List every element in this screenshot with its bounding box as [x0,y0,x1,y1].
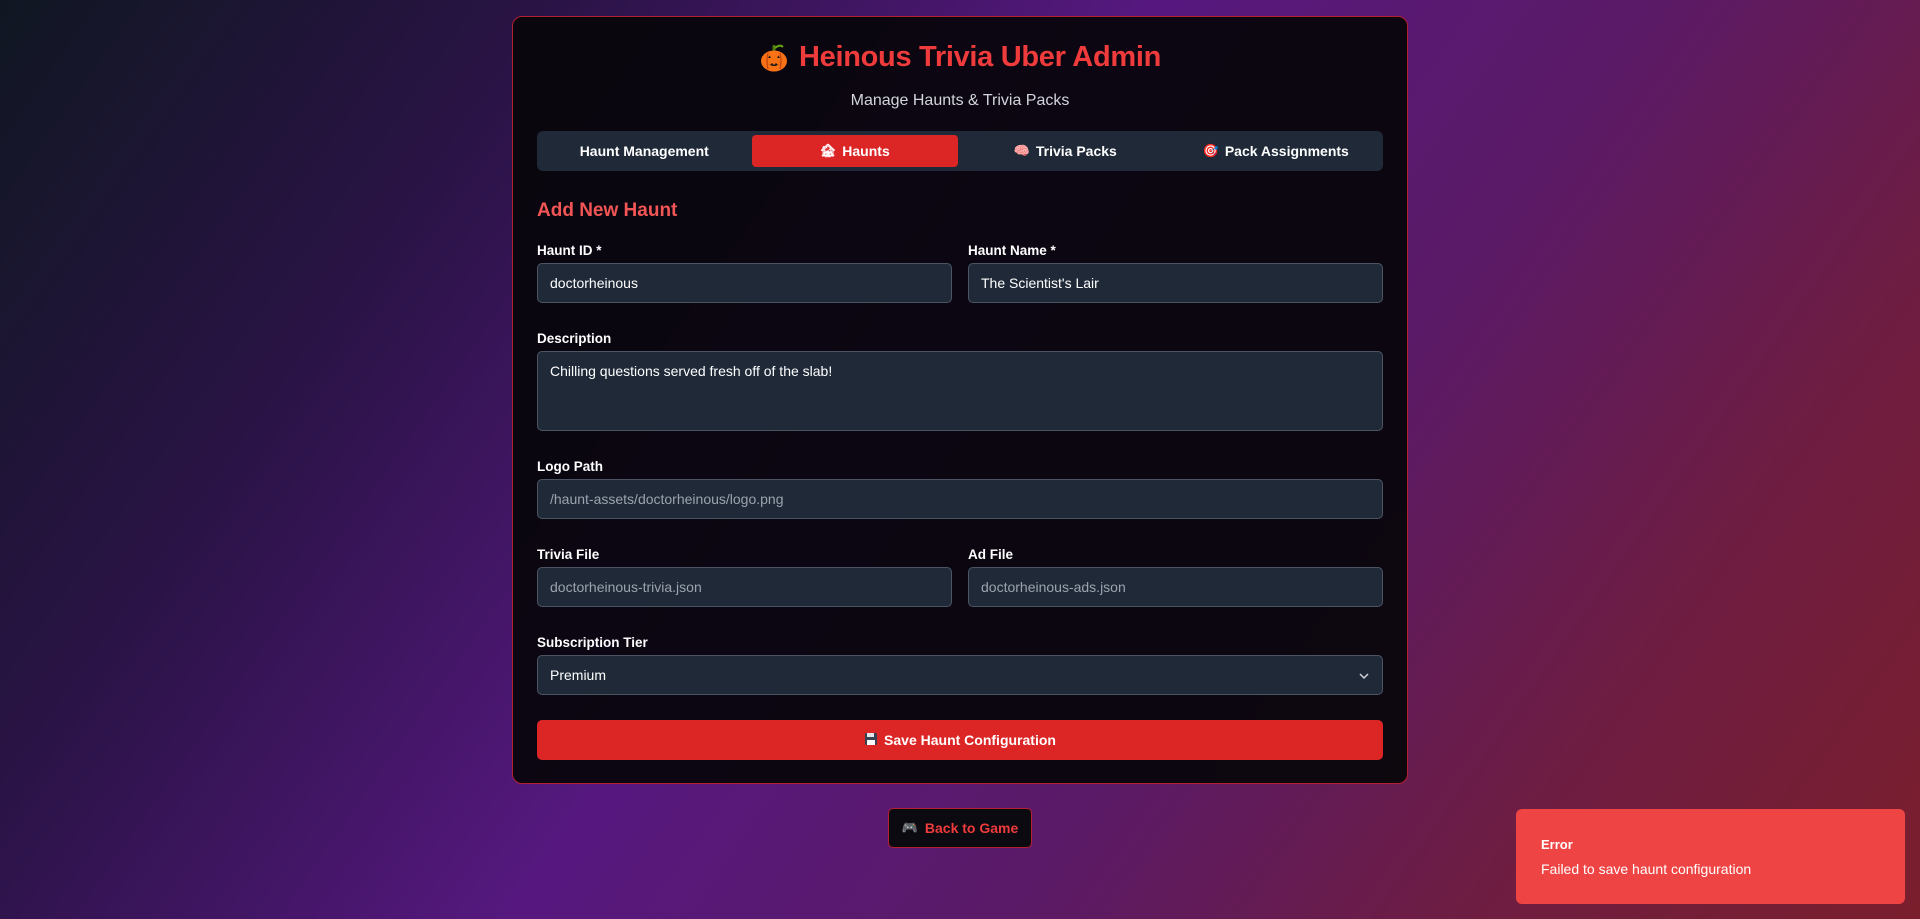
trivia-file-input[interactable]: doctorheinous-trivia.json [537,567,952,607]
haunt-name-field: Haunt Name * The Scientist's Lair [968,243,1383,303]
haunt-id-input[interactable]: doctorheinous [537,263,952,303]
section-title: Add New Haunt [537,200,678,221]
description-textarea[interactable]: Chilling questions served fresh off of t… [537,351,1383,431]
subscription-tier-value: Premium [550,667,607,683]
subscription-tier-field: Subscription Tier Premium [537,635,1383,695]
brain-icon: 🧠 [1013,143,1030,158]
page-title: Heinous Trivia Uber Admin [759,41,1161,74]
subscription-tier-select[interactable]: Premium [537,655,1383,695]
toast-message: Failed to save haunt configuration [1541,861,1752,877]
logo-path-field: Logo Path /haunt-assets/doctorheinous/lo… [537,459,1383,519]
tab-haunt-management[interactable]: Haunt Management [541,135,748,167]
save-button[interactable]: Save Haunt Configuration [537,720,1383,760]
toast-title: Error [1541,837,1573,852]
tab-haunts[interactable]: 🏚 Haunts [751,135,958,167]
tab-pack-assignments[interactable]: 🎯 Pack Assignments [1173,135,1380,167]
error-toast[interactable]: Error Failed to save haunt configuration [1516,809,1905,904]
admin-panel: Heinous Trivia Uber Admin Manage Haunts … [512,16,1408,784]
page-subtitle: Manage Haunts & Trivia Packs [850,91,1070,109]
save-button-label: Save Haunt Configuration [884,732,1056,748]
haunt-name-label: Haunt Name * [968,243,1056,258]
tab-trivia-packs[interactable]: 🧠 Trivia Packs [962,135,1169,167]
trivia-file-label: Trivia File [537,547,600,562]
gamepad-icon: 🎮 [901,820,918,835]
logo-path-input[interactable]: /haunt-assets/doctorheinous/logo.png [537,479,1383,519]
floppy-disk-icon [864,732,878,749]
tab-label: Pack Assignments [1224,143,1349,159]
back-to-game-button[interactable]: 🎮 Back to Game [888,808,1032,848]
house-icon: 🏚 [819,143,837,158]
ad-file-input[interactable]: doctorheinous-ads.json [968,567,1383,607]
chevron-down-icon [1358,669,1370,681]
subscription-tier-label: Subscription Tier [537,635,648,650]
description-field: Description Chilling questions served fr… [537,331,1383,431]
pumpkin-icon [759,43,789,73]
target-icon: 🎯 [1202,143,1219,158]
tab-bar: Haunt Management 🏚 Haunts 🧠 Trivia Packs… [537,131,1383,171]
description-label: Description [537,331,612,346]
back-button-label: Back to Game [924,820,1019,836]
title-text: Heinous Trivia Uber Admin [798,41,1162,73]
haunt-id-label: Haunt ID * [537,243,602,258]
ad-file-label: Ad File [968,547,1014,562]
header: Heinous Trivia Uber Admin Manage Haunts … [513,17,1407,110]
logo-path-label: Logo Path [537,459,603,474]
haunt-name-input[interactable]: The Scientist's Lair [968,263,1383,303]
tab-label: Haunt Management [579,143,709,159]
ad-file-field: Ad File doctorheinous-ads.json [968,547,1383,607]
trivia-file-field: Trivia File doctorheinous-trivia.json [537,547,952,607]
tab-label: Trivia Packs [1035,143,1117,159]
haunt-id-field: Haunt ID * doctorheinous [537,243,952,303]
tab-label: Haunts [842,143,890,159]
